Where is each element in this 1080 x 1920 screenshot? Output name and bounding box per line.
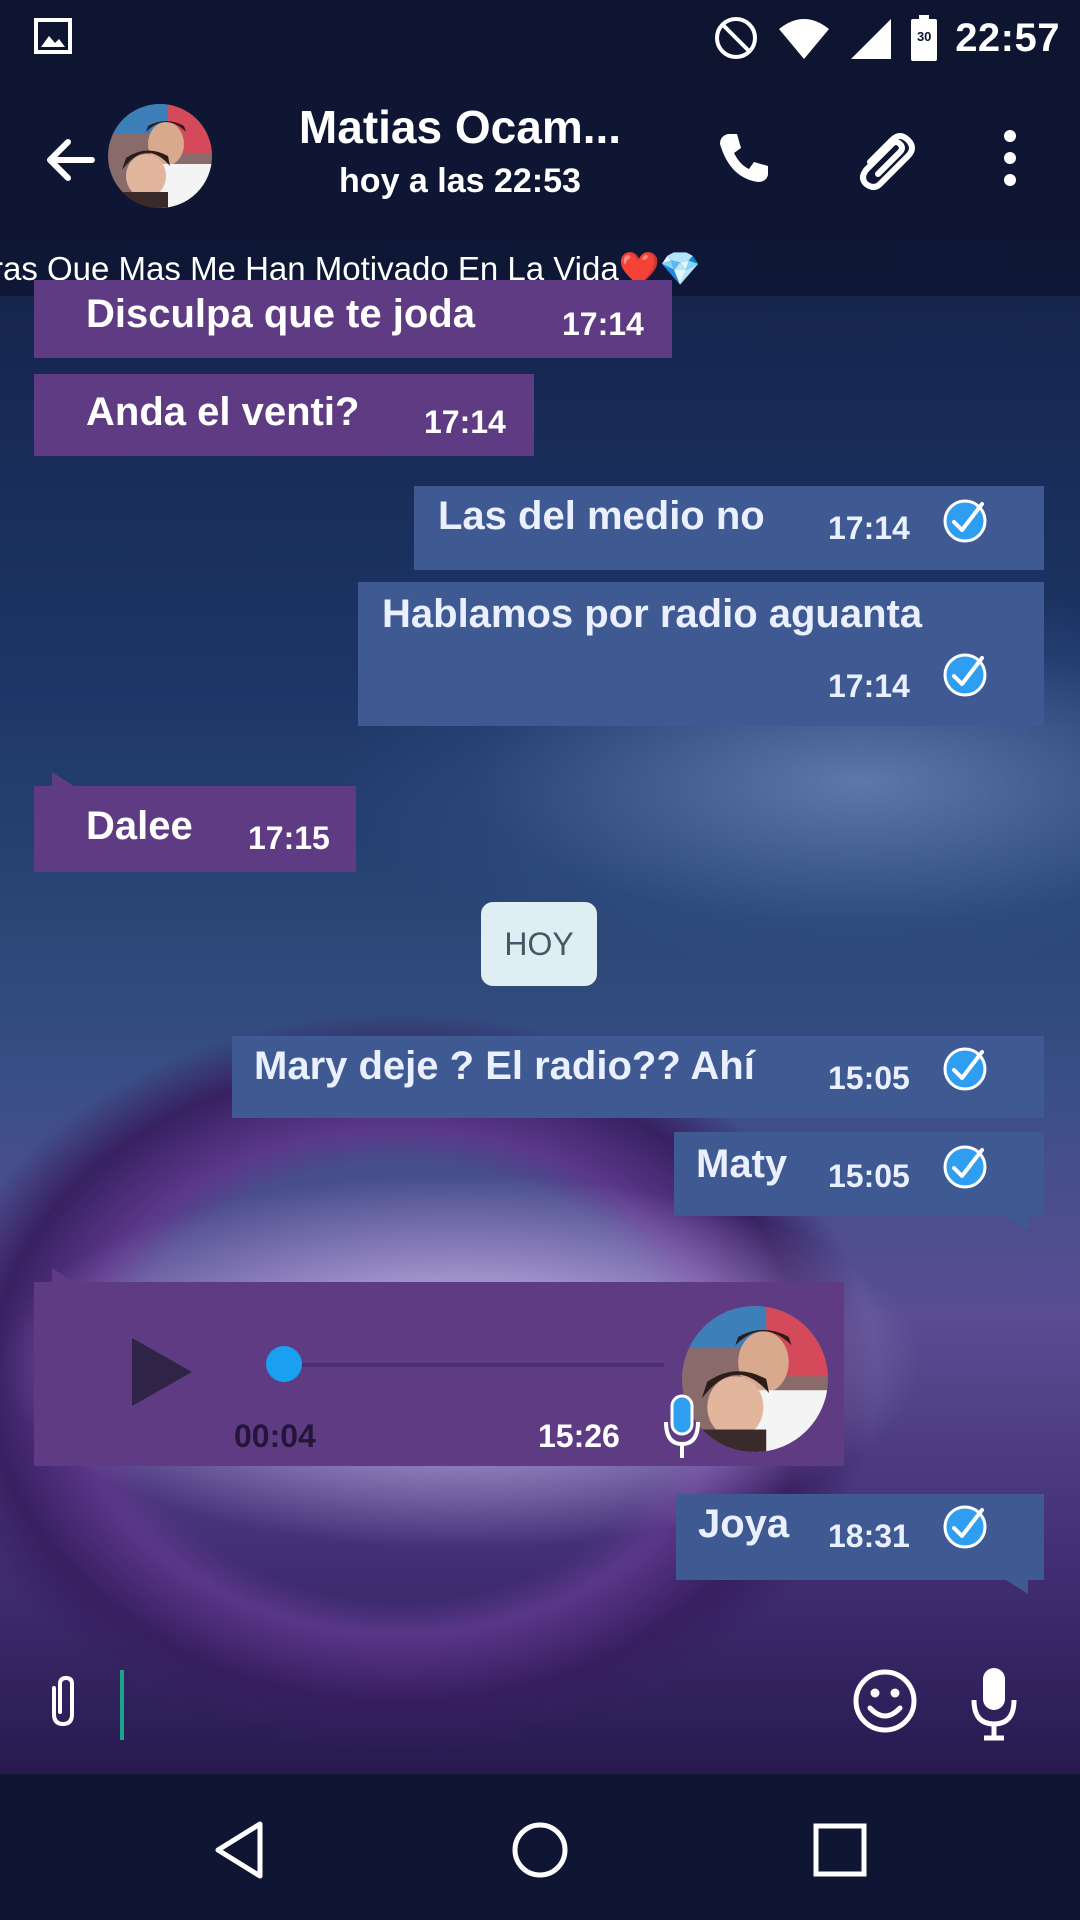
image-icon	[34, 18, 72, 54]
nav-back-icon[interactable]	[204, 1814, 276, 1886]
read-check-icon	[943, 1145, 987, 1189]
read-check-icon	[943, 653, 987, 697]
message-outgoing[interactable]: Maty 15:05	[674, 1132, 1044, 1216]
message-time: 17:15	[248, 820, 330, 856]
play-icon[interactable]	[126, 1334, 196, 1410]
message-time: 15:05	[828, 1158, 910, 1194]
message-incoming[interactable]: Anda el venti? 17:14	[34, 374, 534, 456]
paperclip-icon[interactable]	[848, 122, 920, 194]
date-separator: HOY	[481, 902, 597, 986]
bubble-tail	[1006, 726, 1028, 740]
message-time: 15:26	[538, 1418, 620, 1454]
attach-icon[interactable]	[38, 1674, 88, 1730]
message-incoming[interactable]: Dalee 17:15	[34, 786, 356, 872]
message-outgoing[interactable]: Hablamos por radio aguanta 17:14	[358, 582, 1044, 726]
read-check-icon	[943, 1047, 987, 1091]
message-time: 17:14	[562, 306, 644, 342]
message-time: 18:31	[828, 1518, 910, 1554]
avatar[interactable]	[108, 104, 212, 208]
message-input-field[interactable]	[120, 1670, 124, 1740]
message-time: 17:14	[424, 404, 506, 440]
message-text: Joya	[698, 1502, 790, 1546]
voice-duration: 00:04	[234, 1418, 316, 1454]
battery-level: 30	[916, 29, 932, 44]
more-vert-icon[interactable]	[980, 122, 1040, 194]
message-text: Disculpa que te joda	[86, 292, 475, 336]
voice-progress-track[interactable]	[284, 1363, 664, 1367]
mic-icon[interactable]	[968, 1666, 1020, 1742]
bubble-tail	[52, 772, 74, 786]
last-seen: hoy a las 22:53	[339, 162, 581, 200]
message-outgoing[interactable]: Las del medio no 17:14	[414, 486, 1044, 570]
message-outgoing[interactable]: Mary deje ? El radio?? Ahí 15:05	[232, 1036, 1044, 1118]
do-not-disturb-icon	[715, 17, 758, 59]
read-check-icon	[943, 1505, 987, 1549]
wifi-icon	[779, 19, 830, 59]
message-time: 17:14	[828, 510, 910, 546]
message-text: Hablamos por radio aguanta	[382, 592, 923, 636]
status-bar: 30 22:57	[0, 0, 1080, 76]
nav-recents-icon[interactable]	[804, 1814, 876, 1886]
chat-header: Matias Ocam... hoy a las 22:53	[0, 76, 1080, 242]
clock: 22:57	[955, 15, 1060, 60]
bubble-tail	[1006, 1580, 1028, 1594]
message-input-bar	[0, 1628, 1080, 1774]
bubble-tail	[1006, 1216, 1028, 1230]
battery-icon: 30	[911, 15, 938, 61]
voice-mic-icon	[664, 1394, 700, 1458]
contact-info[interactable]: Matias Ocam... hoy a las 22:53	[240, 100, 680, 201]
cell-signal-icon	[851, 19, 892, 59]
message-text: Maty	[696, 1142, 788, 1186]
message-text: Las del medio no	[438, 494, 765, 538]
bubble-tail	[52, 1268, 74, 1282]
message-time: 15:05	[828, 1060, 910, 1096]
read-check-icon	[943, 499, 987, 543]
contact-name: Matias Ocam...	[298, 101, 622, 153]
emoji-icon[interactable]	[852, 1668, 918, 1734]
phone-icon[interactable]	[708, 122, 780, 194]
back-arrow-icon[interactable]	[40, 130, 100, 190]
message-time: 17:14	[828, 668, 910, 704]
message-outgoing[interactable]: Joya 18:31	[676, 1494, 1044, 1580]
voice-progress-knob[interactable]	[266, 1346, 302, 1382]
message-text: Anda el venti?	[86, 390, 360, 434]
message-text: Mary deje ? El radio?? Ahí	[254, 1044, 755, 1088]
message-incoming[interactable]: Disculpa que te joda 17:14	[34, 280, 672, 358]
system-nav-bar	[0, 1774, 1080, 1920]
voice-message[interactable]: 00:04 15:26	[34, 1282, 844, 1466]
nav-home-icon[interactable]	[504, 1814, 576, 1886]
chat-area[interactable]: ras Que Mas Me Han Motivado En La Vida❤️…	[0, 242, 1080, 1774]
message-text: Dalee	[86, 804, 193, 848]
